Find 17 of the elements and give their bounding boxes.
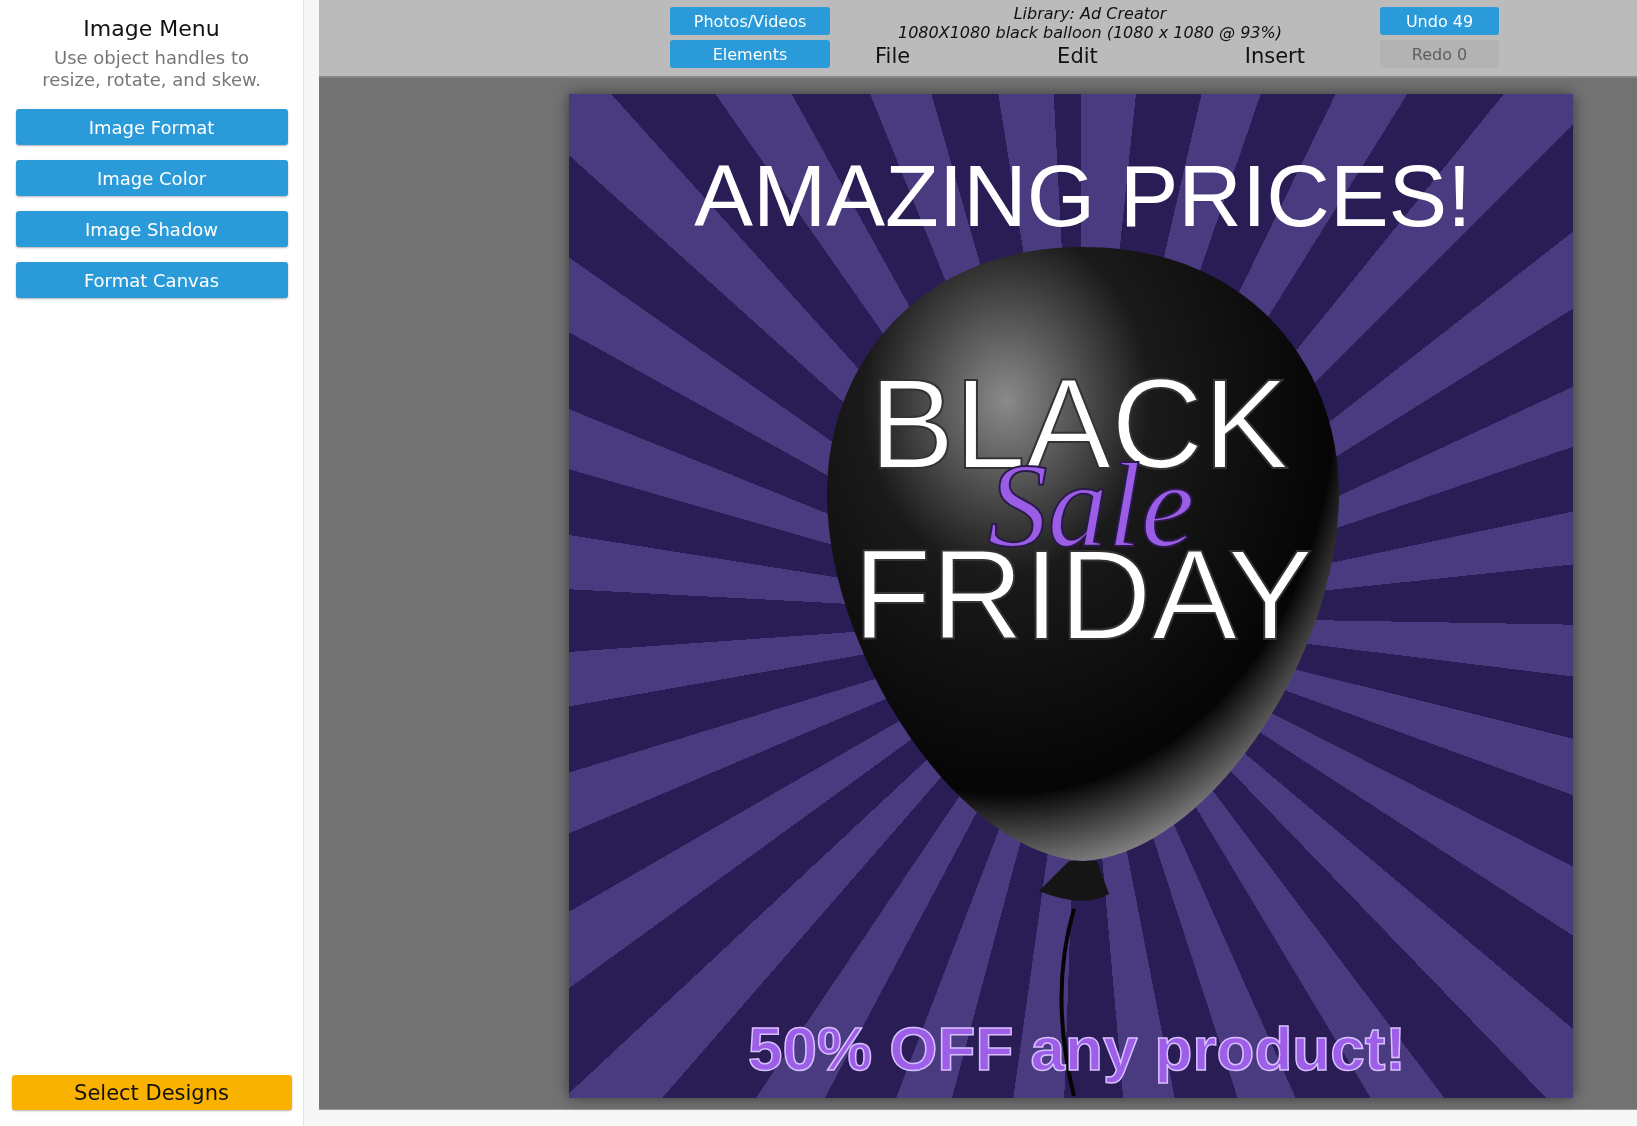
toolbar-button[interactable]: Photos/Videos bbox=[670, 7, 830, 35]
poster-headline: AMAZING PRICES! bbox=[694, 146, 1472, 245]
menu-button[interactable]: Image Color bbox=[15, 160, 288, 196]
menu-item[interactable]: Edit bbox=[1057, 44, 1098, 68]
menu-title: Image Menu bbox=[83, 16, 220, 41]
undo-button[interactable]: Undo 49 bbox=[1380, 7, 1499, 35]
library-title: Library: Ad Creator bbox=[1013, 4, 1167, 23]
menu-button[interactable]: Image Shadow bbox=[15, 211, 288, 247]
toolbar-button[interactable]: Elements bbox=[670, 40, 830, 68]
menu-item[interactable]: Insert bbox=[1244, 44, 1305, 68]
select-designs-button[interactable]: Select Designs bbox=[11, 1075, 292, 1110]
menu-button[interactable]: Format Canvas bbox=[15, 262, 288, 298]
menu-hint: Use object handles to resize, rotate, and skew. bbox=[41, 47, 262, 91]
document-info: 1080X1080 black balloon (1080 x 1080 @ 93%) bbox=[898, 23, 1282, 42]
menu-item[interactable]: File bbox=[875, 44, 911, 68]
menu-button[interactable]: Image Format bbox=[15, 109, 288, 145]
poster-offer: 50% OFF any product! bbox=[748, 1014, 1406, 1083]
